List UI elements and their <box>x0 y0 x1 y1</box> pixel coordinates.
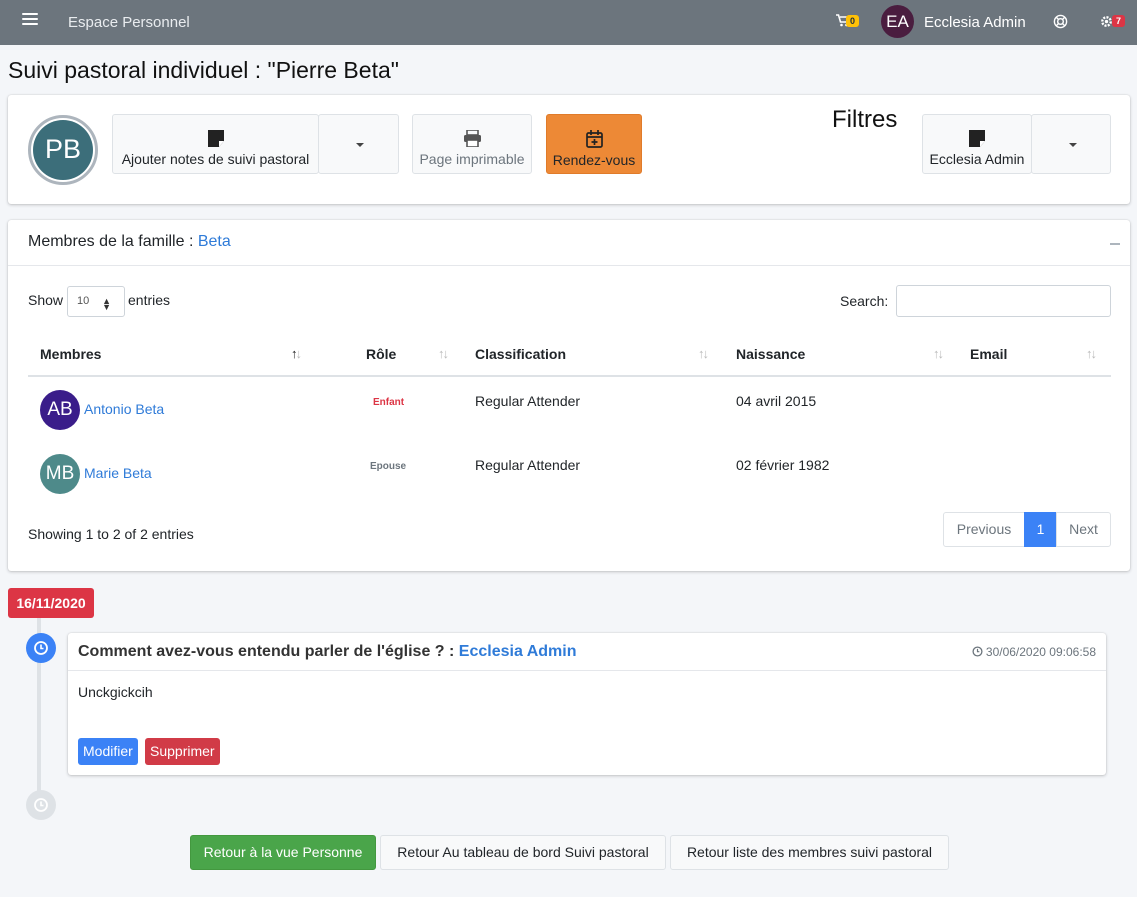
member-avatar[interactable]: AB <box>40 390 80 430</box>
menu-icon[interactable] <box>22 13 38 27</box>
caret-down-icon <box>356 143 364 147</box>
search-label: Search: <box>840 293 889 309</box>
add-notes-dropdown-toggle[interactable] <box>318 114 399 174</box>
timeline-item-body: Unckgickcih <box>78 684 153 700</box>
entries-label: entries <box>128 292 171 308</box>
settings-count-badge: 7 <box>1112 15 1126 27</box>
back-list-button[interactable]: Retour liste des membres suivi pastoral <box>670 835 949 870</box>
print-button[interactable]: Page imprimable <box>412 114 532 174</box>
pagination-next[interactable]: Next <box>1056 512 1111 547</box>
sort-icon[interactable]: ↑↓ <box>1086 346 1097 361</box>
divider <box>8 265 1130 266</box>
column-header-members[interactable]: Membres <box>40 346 101 362</box>
classification-cell: Regular Attender <box>475 457 581 473</box>
sort-icon[interactable]: ↑↓ <box>933 346 944 361</box>
timeline-item: Comment avez-vous entendu parler de l'ég… <box>68 633 1106 775</box>
show-label: Show <box>28 292 64 308</box>
printer-icon <box>463 130 481 147</box>
calendar-plus-icon <box>585 130 603 148</box>
member-name-link[interactable]: Marie Beta <box>84 465 152 481</box>
cart-count-badge: 0 <box>846 15 860 27</box>
note-icon <box>969 130 985 147</box>
member-name-link[interactable]: Antonio Beta <box>84 401 164 417</box>
edit-button[interactable]: Modifier <box>78 738 138 765</box>
person-avatar: PB <box>28 115 98 185</box>
column-header-birth[interactable]: Naissance <box>736 346 805 362</box>
author-link[interactable]: Ecclesia Admin <box>459 643 577 660</box>
navbar-brand[interactable]: Espace Personnel <box>68 14 190 31</box>
entries-select[interactable]: 10 ▲ ▼ <box>67 286 125 317</box>
column-header-classification[interactable]: Classification <box>475 346 566 362</box>
sort-icon[interactable]: ↑↓ <box>698 346 709 361</box>
timeline-item-title: Comment avez-vous entendu parler de l'ég… <box>78 643 577 660</box>
role-badge: Enfant <box>373 397 405 408</box>
role-badge: Epouse <box>370 461 407 472</box>
back-dashboard-button[interactable]: Retour Au tableau de bord Suivi pastoral <box>380 835 666 870</box>
birth-cell: 04 avril 2015 <box>736 393 817 409</box>
back-person-button[interactable]: Retour à la vue Personne <box>190 835 376 870</box>
help-icon[interactable] <box>1053 14 1068 29</box>
column-header-role[interactable]: Rôle <box>366 346 396 362</box>
page-title: Suivi pastoral individuel : "Pierre Beta… <box>8 57 399 83</box>
divider <box>68 670 1106 671</box>
select-arrows-icon: ▲ ▼ <box>102 296 111 312</box>
classification-cell: Regular Attender <box>475 393 581 409</box>
table-info: Showing 1 to 2 of 2 entries <box>28 526 194 542</box>
birth-cell: 02 février 1982 <box>736 457 830 473</box>
pagination-previous[interactable]: Previous <box>943 512 1025 547</box>
filter-dropdown-toggle[interactable] <box>1031 114 1111 174</box>
delete-button[interactable]: Supprimer <box>145 738 220 765</box>
clock-icon <box>26 633 56 663</box>
actions-card: PB Ajouter notes de suivi pastoral Page … <box>8 95 1130 204</box>
add-notes-button[interactable]: Ajouter notes de suivi pastoral <box>112 114 319 174</box>
collapse-icon[interactable] <box>1110 243 1120 245</box>
clock-icon <box>26 790 56 820</box>
table-header-divider <box>28 375 1111 377</box>
member-avatar[interactable]: MB <box>40 454 80 494</box>
family-link[interactable]: Beta <box>198 233 231 250</box>
pagination-page-1[interactable]: 1 <box>1024 512 1057 547</box>
family-header: Membres de la famille : Beta <box>28 233 231 250</box>
top-navbar: Espace Personnel 0 EA Ecclesia Admin 7 <box>0 0 1137 45</box>
filter-user-button[interactable]: Ecclesia Admin <box>922 114 1032 174</box>
user-name[interactable]: Ecclesia Admin <box>924 14 1026 31</box>
search-input[interactable] <box>896 285 1111 317</box>
filters-title: Filtres <box>832 106 898 133</box>
timeline-date-badge: 16/11/2020 <box>8 588 94 618</box>
note-icon <box>207 130 224 147</box>
caret-down-icon <box>1069 143 1077 147</box>
sort-icon[interactable]: ↑↓ <box>438 346 449 361</box>
column-header-email[interactable]: Email <box>970 346 1007 362</box>
sort-asc-icon[interactable]: ↑↓ <box>291 346 302 361</box>
clock-icon <box>972 646 983 657</box>
user-avatar[interactable]: EA <box>881 5 914 38</box>
appointment-button[interactable]: Rendez-vous <box>546 114 642 174</box>
family-card: Membres de la famille : Beta Show 10 ▲ ▼ … <box>8 220 1130 571</box>
timeline-item-time: 30/06/2020 09:06:58 <box>972 645 1096 659</box>
